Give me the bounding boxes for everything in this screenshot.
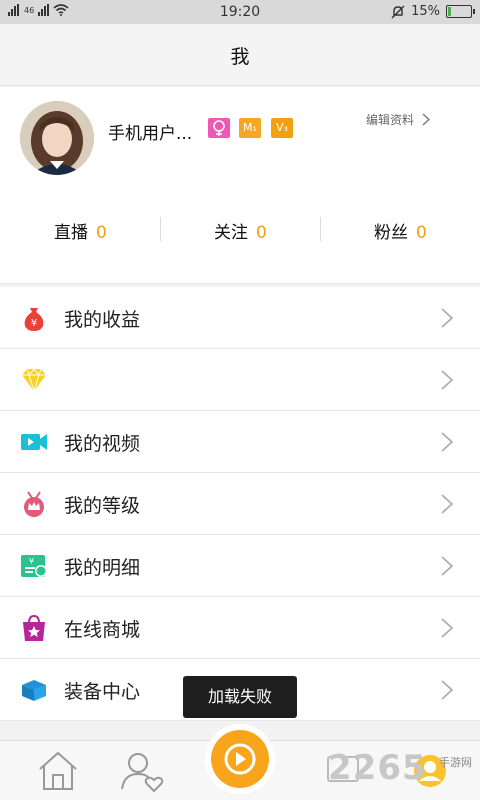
menu-list: ¥ 我的收益 我的视频 我的等级 ¥ 我的明细 在线商城 装备中心	[0, 287, 480, 721]
stat-live[interactable]: 直播 0	[54, 218, 107, 243]
title-bar: 我	[0, 24, 480, 86]
level-badge-v: V₃	[271, 118, 293, 138]
menu-label: 我的等级	[64, 495, 141, 517]
menu-item-shop[interactable]: 在线商城	[0, 597, 480, 659]
stat-value: 0	[256, 223, 267, 243]
battery-fill	[448, 7, 451, 16]
avatar-image	[20, 101, 94, 175]
box-icon	[22, 680, 46, 701]
menu-label: 我的视频	[64, 433, 141, 455]
home-icon	[39, 751, 77, 790]
battery-icon	[446, 5, 475, 18]
chevron-right-icon	[441, 370, 454, 390]
stat-following[interactable]: 关注 0	[214, 218, 267, 243]
chevron-right-icon	[441, 680, 454, 700]
menu-item-videos[interactable]: 我的视频	[0, 411, 480, 473]
toast-message: 加载失败	[183, 676, 297, 718]
crown-medal-icon	[24, 491, 44, 517]
bill-icon: ¥	[21, 555, 47, 577]
stat-fans[interactable]: 粉丝 0	[374, 218, 427, 243]
money-bag-icon: ¥	[24, 308, 44, 331]
svg-text:¥: ¥	[29, 557, 34, 566]
menu-item-details[interactable]: ¥ 我的明细	[0, 535, 480, 597]
silent-bell-icon	[391, 5, 405, 18]
level-badge-m: M₁	[239, 118, 261, 138]
stat-value: 0	[96, 223, 107, 243]
avatar[interactable]	[20, 101, 94, 175]
watermark: 2265 手游网	[328, 748, 478, 792]
profile-card: 手机用户... M₁ V₃ 编辑资料 直播 0 关注 0 粉丝 0	[0, 87, 480, 284]
username: 手机用户...	[108, 124, 193, 144]
menu-label: 我的收益	[64, 309, 141, 331]
divider	[160, 217, 161, 241]
divider	[320, 217, 321, 241]
female-icon	[213, 120, 225, 136]
chevron-right-icon	[441, 556, 454, 576]
edit-profile-label: 编辑资料	[366, 113, 415, 127]
menu-label: 在线商城	[64, 619, 141, 641]
battery-percent: 15%	[411, 4, 440, 19]
stat-label: 直播	[54, 223, 88, 243]
status-bar: 46 19:20 15%	[0, 0, 480, 24]
page-title: 我	[230, 46, 250, 68]
edit-profile-button[interactable]: 编辑资料	[366, 111, 431, 128]
shopping-bag-icon	[23, 614, 45, 641]
stat-label: 关注	[214, 223, 248, 243]
chevron-right-icon	[441, 494, 454, 514]
stat-label: 粉丝	[374, 223, 408, 243]
tab-follow[interactable]	[118, 747, 166, 795]
chevron-right-icon	[441, 618, 454, 638]
video-camera-icon	[21, 434, 47, 450]
menu-item-diamond[interactable]	[0, 349, 480, 411]
watermark-sub: 手游网	[439, 756, 472, 769]
chevron-right-icon	[422, 113, 431, 126]
play-button-inner	[211, 730, 269, 788]
svg-text:¥: ¥	[31, 318, 37, 329]
user-follow-icon	[121, 753, 164, 793]
menu-item-level[interactable]: 我的等级	[0, 473, 480, 535]
gender-badge	[208, 118, 230, 138]
diamond-icon	[22, 368, 46, 393]
status-right: 15%	[391, 4, 475, 19]
live-play-button[interactable]	[205, 724, 275, 794]
chevron-right-icon	[441, 432, 454, 452]
stats-row: 直播 0 关注 0 粉丝 0	[0, 214, 480, 244]
menu-item-earnings[interactable]: ¥ 我的收益	[0, 287, 480, 349]
chevron-right-icon	[441, 308, 454, 328]
tab-home[interactable]	[34, 747, 82, 795]
menu-label: 我的明细	[64, 557, 141, 579]
watermark-logo: 2265	[328, 748, 427, 788]
menu-label: 装备中心	[64, 681, 141, 703]
play-icon	[224, 743, 256, 775]
stat-value: 0	[416, 223, 427, 243]
